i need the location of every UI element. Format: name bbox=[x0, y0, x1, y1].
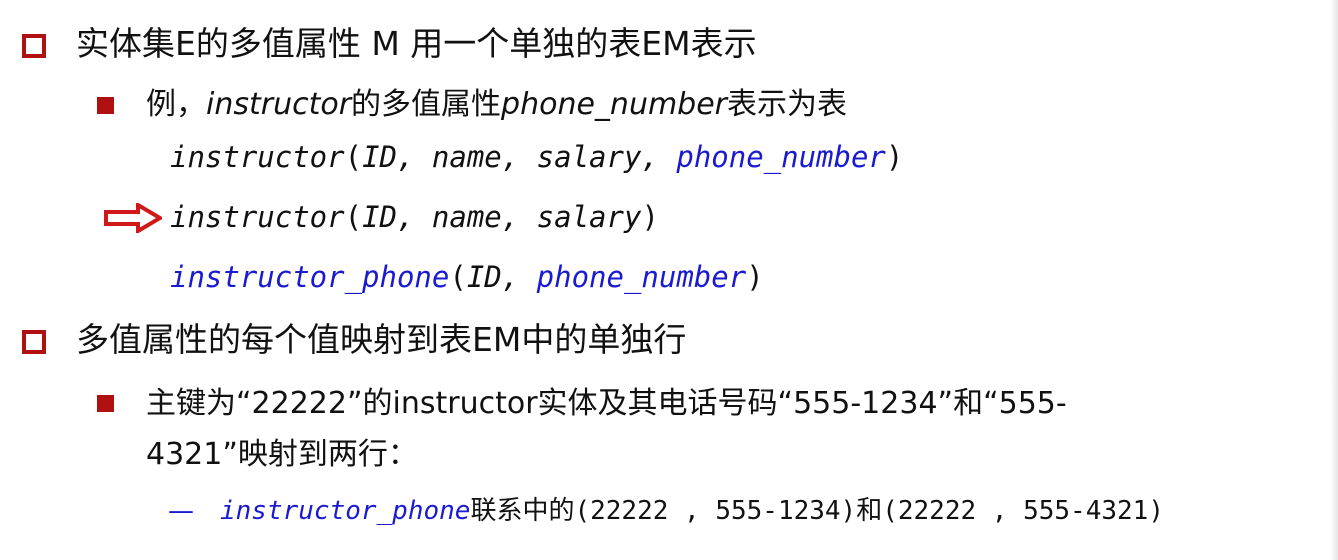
slide: 实体集E的多值属性 M 用一个单独的表EM表示 例，instructor的多值属… bbox=[0, 0, 1338, 560]
schema-result-instructor-phone: instructor_phone(ID, phone_number) bbox=[170, 258, 764, 296]
schema-original-open: ( bbox=[344, 140, 363, 174]
schema-result2-phone: phone_number bbox=[536, 260, 747, 294]
right-arrow-icon bbox=[104, 203, 162, 233]
heading2-text: 多值属性的每个值映射到表EM中的单独行 bbox=[76, 320, 687, 359]
dash-bullet: — bbox=[168, 496, 194, 526]
example-mid: 的多值属性 bbox=[351, 87, 502, 122]
schema-original-close: ) bbox=[885, 140, 904, 174]
mapping-example-text2: 4321”映射到两行： bbox=[146, 437, 418, 472]
heading-multivalued-attribute: 实体集E的多值属性 M 用一个单独的表EM表示 bbox=[76, 24, 757, 64]
window-edge bbox=[1330, 0, 1338, 560]
schema-original: instructor(ID, name, salary, phone_numbe… bbox=[170, 138, 903, 176]
relation-name: instructor_phone bbox=[220, 496, 471, 526]
schema-result2-id: ID, bbox=[466, 260, 537, 294]
heading-text: 实体集E的多值属性 M 用一个单独的表EM表示 bbox=[76, 24, 757, 63]
mapping-example-text1: 主键为“22222”的instructor实体及其电话号码“555-1234”和… bbox=[146, 386, 1067, 421]
heading-value-mapping: 多值属性的每个值映射到表EM中的单独行 bbox=[76, 320, 686, 360]
schema-result-instructor: instructor(ID, name, salary) bbox=[170, 198, 659, 236]
schema-original-multivalued-attr: phone_number bbox=[676, 140, 886, 174]
mapping-example-line2: 4321”映射到两行： bbox=[146, 436, 418, 474]
schema-result2-name: instructor_phone bbox=[170, 260, 450, 294]
schema-result1-close: ) bbox=[641, 200, 659, 234]
schema-result2-open: ( bbox=[449, 260, 467, 294]
schema-result1-open: ( bbox=[344, 200, 363, 234]
example-suffix: 表示为表 bbox=[727, 87, 848, 122]
schema-result1-attrs: ID, name, salary bbox=[362, 200, 642, 234]
filled-square-bullet-icon bbox=[97, 395, 114, 412]
relation-tuples-line: — instructor_phone联系中的(22222 , 555-1234)和… bbox=[168, 493, 1164, 529]
hollow-square-bullet-icon bbox=[22, 330, 46, 354]
filled-square-bullet-icon bbox=[97, 97, 114, 114]
schema-result2-close: ) bbox=[746, 260, 764, 294]
schema-result1-name: instructor bbox=[170, 200, 345, 234]
example-prefix: 例， bbox=[146, 87, 206, 122]
example-line: 例，instructor的多值属性phone_number表示为表 bbox=[146, 86, 847, 124]
example-attr: phone_number bbox=[501, 87, 728, 122]
hollow-square-bullet-icon bbox=[22, 34, 46, 58]
schema-original-name: instructor bbox=[170, 140, 345, 174]
example-entity: instructor bbox=[206, 87, 352, 122]
relation-tuples: 联系中的(22222 , 555-1234)和(22222 , 555-4321… bbox=[470, 496, 1164, 526]
mapping-example-line1: 主键为“22222”的instructor实体及其电话号码“555-1234”和… bbox=[146, 385, 1067, 423]
schema-original-attrs: ID, name, salary, bbox=[362, 140, 677, 174]
